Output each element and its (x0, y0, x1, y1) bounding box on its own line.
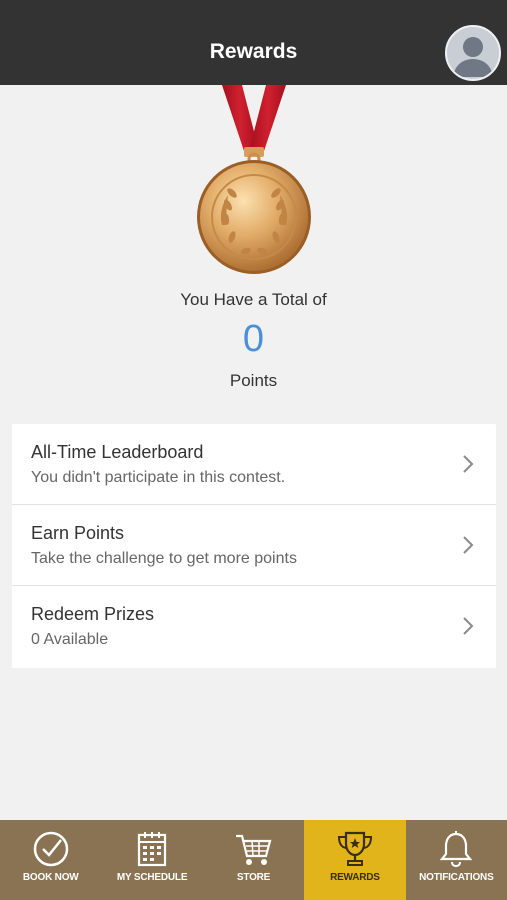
top-bar: Rewards (0, 0, 507, 85)
bell-icon (440, 831, 473, 868)
tab-label: NOTIFICATIONS (419, 872, 494, 883)
menu-item-earn-points[interactable]: Earn Points Take the challenge to get mo… (12, 505, 496, 586)
chevron-right-icon (463, 455, 474, 473)
tab-label: STORE (236, 872, 271, 883)
chevron-right-icon (463, 536, 474, 554)
menu-item-title: Earn Points (31, 523, 125, 543)
user-avatar-icon[interactable] (445, 25, 501, 81)
total-points-label: You Have a Total of (180, 290, 327, 309)
menu-item-title: All-Time Leaderboard (31, 442, 204, 462)
tab-store[interactable]: STORE (203, 820, 304, 900)
bottom-tab-bar: BOOK NOW MY SCHEDULE STORE REWARDS NOTIF… (0, 820, 507, 900)
trophy-icon (337, 831, 372, 866)
gold-medal-icon (192, 85, 316, 285)
tab-label: BOOK NOW (22, 872, 79, 883)
menu-item-redeem-prizes[interactable]: Redeem Prizes 0 Available (12, 586, 496, 668)
calendar-icon (138, 832, 167, 867)
menu-item-subtitle: Take the challenge to get more points (31, 550, 297, 567)
menu-item-subtitle: You didn't participate in this contest. (31, 469, 286, 486)
tab-book-now[interactable]: BOOK NOW (0, 820, 101, 900)
menu-item-title: Redeem Prizes (31, 604, 155, 624)
tab-label: REWARDS (330, 872, 380, 883)
tab-rewards[interactable]: REWARDS (304, 820, 406, 900)
menu-item-leaderboard[interactable]: All-Time Leaderboard You didn't particip… (12, 424, 496, 505)
chevron-right-icon (463, 617, 474, 635)
tab-my-schedule[interactable]: MY SCHEDULE (101, 820, 202, 900)
tab-label: MY SCHEDULE (116, 872, 188, 883)
check-circle-icon (33, 831, 68, 867)
page-title: Rewards (209, 40, 298, 63)
tab-notifications[interactable]: NOTIFICATIONS (406, 820, 507, 900)
menu-item-subtitle: 0 Available (31, 631, 109, 648)
points-value: 0 (242, 318, 265, 360)
cart-icon (235, 834, 271, 865)
rewards-menu: All-Time Leaderboard You didn't particip… (12, 424, 496, 668)
points-unit-label: Points (229, 371, 278, 390)
